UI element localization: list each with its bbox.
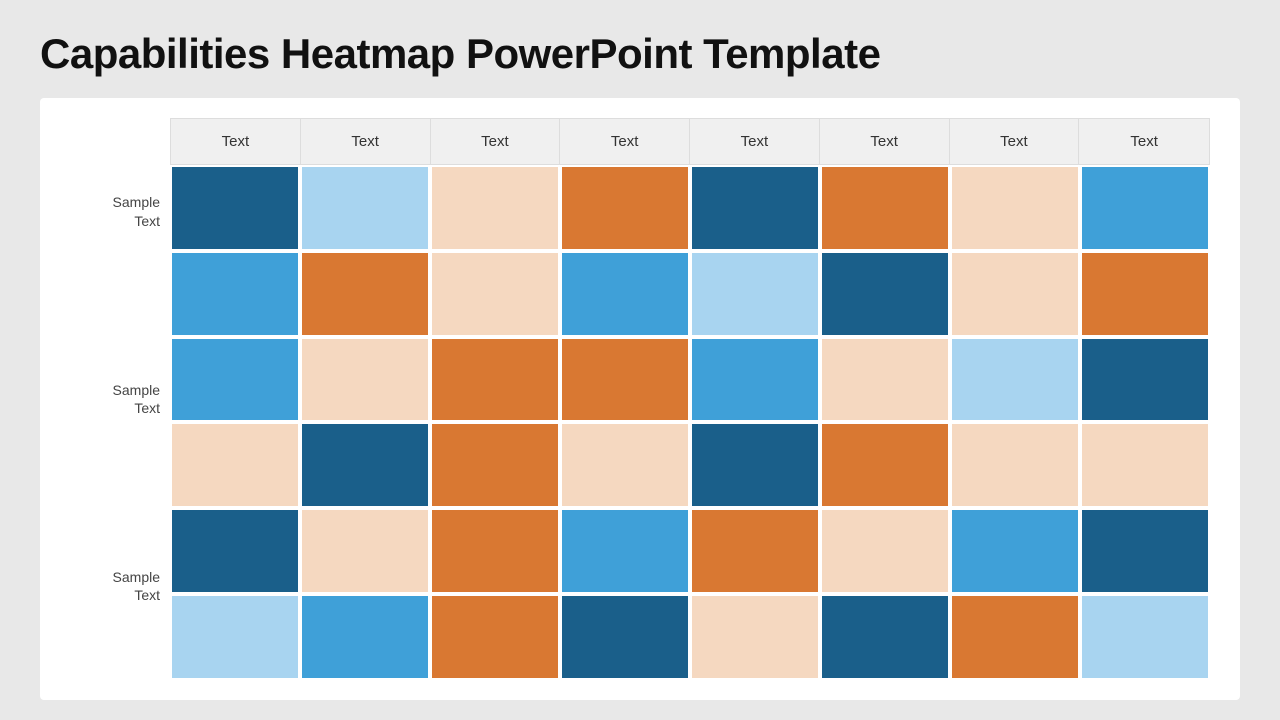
data-cell-1-0-4 <box>690 337 820 423</box>
data-cell-0-1-0 <box>170 251 300 337</box>
data-cell-1-0-3 <box>560 337 690 423</box>
header-row: TextTextTextTextTextTextTextText <box>170 118 1210 165</box>
header-cell-0: Text <box>171 119 301 164</box>
data-cell-0-0-6 <box>950 165 1080 251</box>
data-cell-1-0-6 <box>950 337 1080 423</box>
data-cell-0-1-3 <box>560 251 690 337</box>
data-cell-2-1-2 <box>430 594 560 680</box>
data-cell-0-1-4 <box>690 251 820 337</box>
data-cell-1-0-5 <box>820 337 950 423</box>
data-cell-0-1-1 <box>300 251 430 337</box>
header-cell-2: Text <box>431 119 561 164</box>
data-row-0-1 <box>170 251 1210 337</box>
heatmap-wrapper: Sample TextSample TextSample Text TextTe… <box>60 118 1210 680</box>
data-cell-0-0-0 <box>170 165 300 251</box>
data-row-1-1 <box>170 422 1210 508</box>
data-cell-2-1-3 <box>560 594 690 680</box>
header-cell-7: Text <box>1079 119 1209 164</box>
data-cell-2-1-0 <box>170 594 300 680</box>
data-cell-1-1-2 <box>430 422 560 508</box>
header-cell-4: Text <box>690 119 820 164</box>
heatmap-grid: TextTextTextTextTextTextTextText <box>170 118 1210 680</box>
data-row-2-1 <box>170 594 1210 680</box>
data-cell-0-0-5 <box>820 165 950 251</box>
data-cell-1-0-2 <box>430 337 560 423</box>
data-cell-1-1-5 <box>820 422 950 508</box>
row-label-1: Sample Text <box>60 381 160 417</box>
page-title: Capabilities Heatmap PowerPoint Template <box>40 30 1240 78</box>
data-cell-0-1-6 <box>950 251 1080 337</box>
data-cell-0-0-7 <box>1080 165 1210 251</box>
data-cell-1-1-7 <box>1080 422 1210 508</box>
data-cell-2-1-6 <box>950 594 1080 680</box>
row-label-2: Sample Text <box>60 568 160 604</box>
row-labels: Sample Text Sample Text Sample Text <box>60 118 170 680</box>
data-cell-2-0-6 <box>950 508 1080 594</box>
data-cell-2-1-5 <box>820 594 950 680</box>
data-cell-2-0-7 <box>1080 508 1210 594</box>
data-cell-0-0-4 <box>690 165 820 251</box>
data-cell-0-0-3 <box>560 165 690 251</box>
data-cell-1-1-6 <box>950 422 1080 508</box>
data-cell-1-0-1 <box>300 337 430 423</box>
data-cell-1-0-7 <box>1080 337 1210 423</box>
data-cell-1-0-0 <box>170 337 300 423</box>
slide-container: Sample TextSample TextSample Text TextTe… <box>40 98 1240 700</box>
data-cell-1-1-1 <box>300 422 430 508</box>
data-cell-2-1-4 <box>690 594 820 680</box>
data-rows <box>170 165 1210 680</box>
data-cell-2-0-1 <box>300 508 430 594</box>
data-cell-1-1-0 <box>170 422 300 508</box>
data-cell-1-1-4 <box>690 422 820 508</box>
data-cell-0-1-7 <box>1080 251 1210 337</box>
data-cell-0-1-5 <box>820 251 950 337</box>
data-cell-2-0-3 <box>560 508 690 594</box>
data-cell-2-1-1 <box>300 594 430 680</box>
header-cell-5: Text <box>820 119 950 164</box>
data-cell-1-1-3 <box>560 422 690 508</box>
data-row-0-0 <box>170 165 1210 251</box>
data-cell-2-0-0 <box>170 508 300 594</box>
data-cell-2-0-2 <box>430 508 560 594</box>
data-cell-0-1-2 <box>430 251 560 337</box>
data-row-2-0 <box>170 508 1210 594</box>
data-cell-2-0-4 <box>690 508 820 594</box>
data-cell-2-1-7 <box>1080 594 1210 680</box>
data-cell-2-0-5 <box>820 508 950 594</box>
row-label-0: Sample Text <box>60 193 160 229</box>
data-cell-0-0-2 <box>430 165 560 251</box>
header-cell-6: Text <box>950 119 1080 164</box>
data-cell-0-0-1 <box>300 165 430 251</box>
header-cell-1: Text <box>301 119 431 164</box>
data-row-1-0 <box>170 337 1210 423</box>
header-cell-3: Text <box>560 119 690 164</box>
